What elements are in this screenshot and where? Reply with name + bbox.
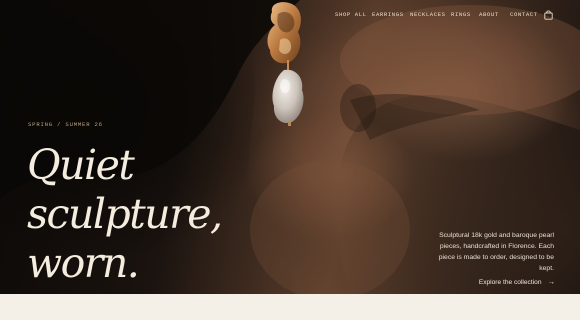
- nav-link-rings[interactable]: RINGS: [451, 11, 471, 18]
- season-label: SPRING / SUMMER 26: [28, 121, 103, 128]
- hero-description: Sculptural 18k gold and baroque pearl pi…: [438, 232, 554, 272]
- page-content-band: [0, 294, 580, 320]
- arrow-right-icon: →: [547, 277, 556, 286]
- cta-label: Explore the collection: [478, 279, 542, 286]
- explore-collection-link[interactable]: Explore the collection →: [479, 277, 555, 286]
- headline-line-1: Quiet: [27, 141, 135, 189]
- nav-link-earrings[interactable]: EARRINGS: [372, 11, 404, 18]
- nav-link-necklaces[interactable]: NECKLACES: [410, 11, 446, 18]
- headline-line-3: worn.: [27, 239, 140, 287]
- headline-line-2: sculpture,: [27, 190, 223, 238]
- nav-link-about[interactable]: ABOUT: [479, 11, 499, 18]
- hero-headline: Quiet sculpture, worn.: [27, 141, 223, 288]
- nav-link-contact[interactable]: CONTACT: [510, 11, 538, 18]
- nav-link-shop-all[interactable]: SHOP ALL: [335, 11, 367, 18]
- hero-section: SHOP ALL EARRINGS NECKLACES RINGS ABOUT …: [0, 0, 580, 294]
- shopping-bag-icon[interactable]: [544, 10, 553, 20]
